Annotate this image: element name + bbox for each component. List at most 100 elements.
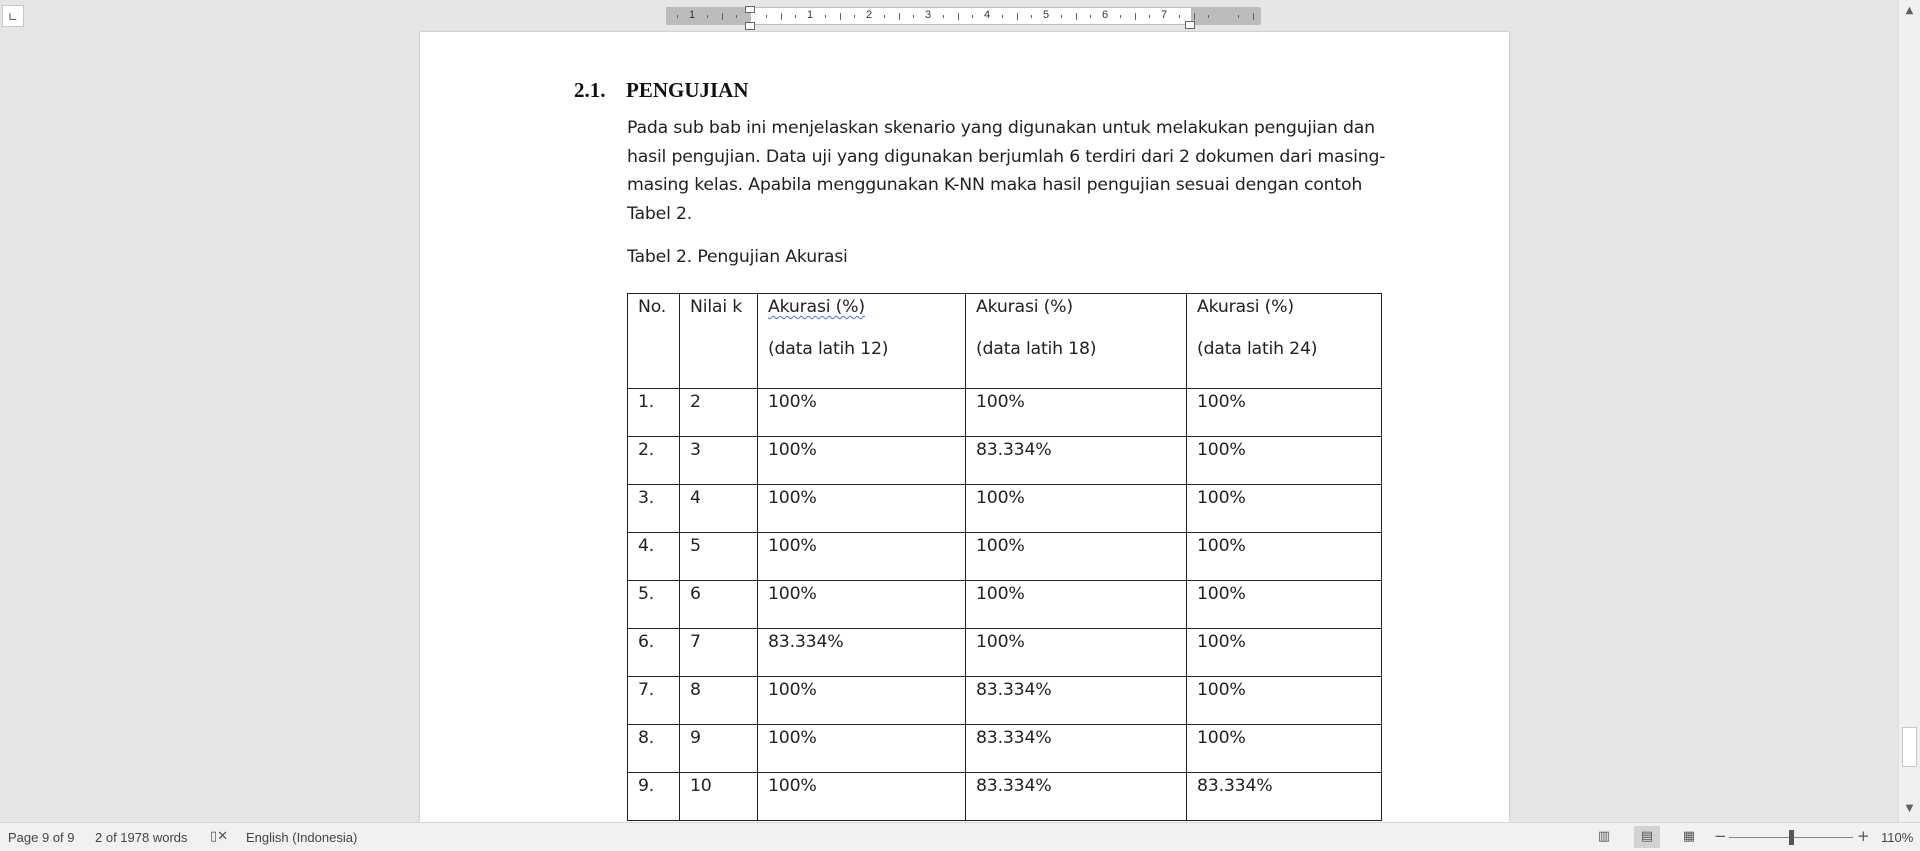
document-page[interactable]: 2.1. PENGUJIAN Pada sub bab ini menjelask… <box>420 32 1509 822</box>
table-cell: 9. <box>627 772 680 821</box>
ruler-number: 7 <box>1160 9 1168 21</box>
header-akurasi-12-title: Akurasi (%) <box>768 297 865 317</box>
table-cell: 6. <box>627 628 680 677</box>
ruler-tick <box>1193 13 1195 20</box>
ruler-tick <box>1119 15 1121 18</box>
table-row: 3. 4 100% 100% 100% <box>627 484 1382 533</box>
ruler-tick <box>883 15 885 18</box>
heading-number: 2.1. <box>574 78 606 102</box>
scroll-down-icon[interactable]: ▼ <box>1899 800 1920 818</box>
table-row: 6. 7 83.334% 100% 100% <box>627 628 1382 677</box>
table-cell: 100% <box>1186 628 1382 677</box>
header-akurasi-12-sub: (data latih 12) <box>768 339 889 359</box>
read-mode-icon[interactable]: ▥ <box>1591 826 1617 848</box>
ruler-tick <box>1090 15 1092 18</box>
ruler-tick <box>677 15 679 18</box>
ruler-tick <box>1134 13 1136 20</box>
table-cell: 100% <box>757 484 966 533</box>
table-cell: 83.334% <box>965 436 1187 485</box>
web-layout-icon[interactable]: ▦ <box>1676 826 1702 848</box>
table-cell: 83.334% <box>965 676 1187 725</box>
table-cell: 83.334% <box>965 724 1187 773</box>
table-cell: 8 <box>679 676 758 725</box>
table-cell: 7. <box>627 676 680 725</box>
ruler-tick <box>854 15 856 18</box>
table-row: 5. 6 100% 100% 100% <box>627 580 1382 629</box>
ruler-tick <box>706 15 708 18</box>
ruler-number: 1 <box>806 9 814 21</box>
table-cell: 6 <box>679 580 758 629</box>
ruler-number: 4 <box>983 9 991 21</box>
table-cell: 100% <box>1186 724 1382 773</box>
table-row: 9. 10 100% 83.334% 83.334% <box>627 772 1382 821</box>
table-cell: 100% <box>965 580 1187 629</box>
table-cell: 100% <box>1186 676 1382 725</box>
table-cell: 1. <box>627 388 680 437</box>
table-cell: 100% <box>757 676 966 725</box>
table-cell: 5 <box>679 532 758 581</box>
zoom-out-button[interactable]: − <box>1714 827 1727 845</box>
table-row: 4. 5 100% 100% 100% <box>627 532 1382 581</box>
ruler-tick <box>736 15 738 18</box>
scrollbar-thumb[interactable] <box>1902 727 1917 767</box>
horizontal-ruler[interactable]: 1 1 2 3 4 5 6 7 <box>666 7 1261 25</box>
accuracy-table: No. Nilai k Akurasi (%) (data latih 12) A… <box>627 293 1382 821</box>
table-cell: 4 <box>679 484 758 533</box>
print-layout-icon[interactable]: ▤ <box>1634 826 1660 848</box>
table-cell: 2. <box>627 436 680 485</box>
header-nilai-k: Nilai k <box>679 293 758 389</box>
ruler-tick <box>1031 15 1033 18</box>
left-indent-marker[interactable] <box>745 22 755 30</box>
word-count[interactable]: 2 of 1978 words <box>95 830 188 845</box>
vertical-scrollbar[interactable]: ▲ ▼ <box>1898 0 1920 822</box>
ruler-tick <box>1252 13 1254 20</box>
table-row: 7. 8 100% 83.334% 100% <box>627 676 1382 725</box>
page-count[interactable]: Page 9 of 9 <box>8 830 75 845</box>
header-akurasi-18: Akurasi (%) (data latih 18) <box>965 293 1187 389</box>
tab-selector-icon[interactable]: ∟ <box>2 5 24 27</box>
table-caption: Tabel 2. Pengujian Akurasi <box>627 247 848 267</box>
section-heading: 2.1. PENGUJIAN <box>574 78 749 103</box>
table-cell: 100% <box>965 484 1187 533</box>
header-akurasi-24: Akurasi (%) (data latih 24) <box>1186 293 1382 389</box>
ruler-number: 1 <box>688 9 696 21</box>
table-cell: 10 <box>679 772 758 821</box>
table-row: 2. 3 100% 83.334% 100% <box>627 436 1382 485</box>
ruler-tick <box>957 13 959 20</box>
ruler-tick <box>824 15 826 18</box>
table-cell: 100% <box>1186 388 1382 437</box>
table-cell: 83.334% <box>965 772 1187 821</box>
ruler-right-margin <box>1191 8 1261 24</box>
proofing-icon[interactable]: ▯✕ <box>210 829 228 844</box>
table-cell: 8. <box>627 724 680 773</box>
table-cell: 5. <box>627 580 680 629</box>
table-cell: 100% <box>757 532 966 581</box>
ruler-number: 2 <box>865 9 873 21</box>
first-line-indent-marker[interactable] <box>745 6 755 13</box>
table-cell: 100% <box>757 772 966 821</box>
status-bar: Page 9 of 9 2 of 1978 words ▯✕ English (… <box>0 822 1920 851</box>
scroll-up-icon[interactable]: ▲ <box>1899 2 1920 20</box>
ruler-tick <box>1016 13 1018 20</box>
table-cell: 100% <box>1186 484 1382 533</box>
ruler-number: 3 <box>924 9 932 21</box>
table-cell: 100% <box>1186 436 1382 485</box>
zoom-level[interactable]: 110% <box>1881 830 1913 845</box>
header-akurasi-18-sub: (data latih 18) <box>976 339 1097 359</box>
ruler-number: 6 <box>1101 9 1109 21</box>
ruler-tick <box>839 13 841 20</box>
zoom-slider-thumb[interactable] <box>1789 830 1794 845</box>
table-cell: 100% <box>1186 580 1382 629</box>
ruler-tick <box>765 15 767 18</box>
right-indent-marker[interactable] <box>1185 21 1195 29</box>
table-header-row: No. Nilai k Akurasi (%) (data latih 12) A… <box>627 293 1382 389</box>
table-cell: 100% <box>965 388 1187 437</box>
table-cell: 100% <box>965 628 1187 677</box>
ruler-tick <box>1149 15 1151 18</box>
table-cell: 100% <box>757 388 966 437</box>
ruler-bar: ∟ 1 1 2 3 4 5 6 7 <box>0 0 1898 32</box>
language-indicator[interactable]: English (Indonesia) <box>246 830 357 845</box>
zoom-in-button[interactable]: + <box>1857 827 1870 845</box>
header-akurasi-18-title: Akurasi (%) <box>976 297 1073 317</box>
table-cell: 100% <box>757 724 966 773</box>
